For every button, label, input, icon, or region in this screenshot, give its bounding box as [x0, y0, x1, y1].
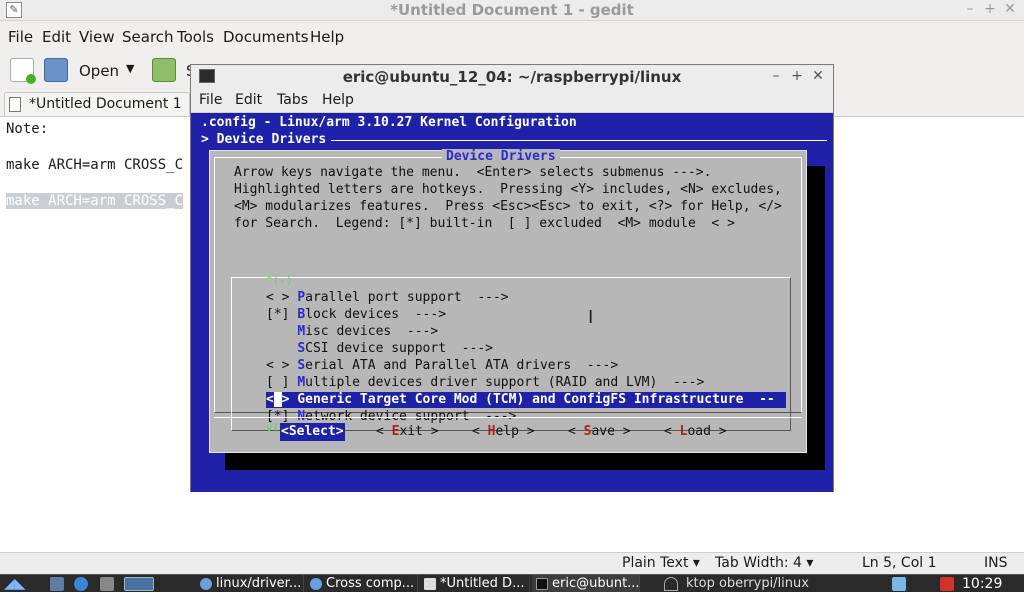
term-menu-file[interactable]: File	[199, 92, 222, 108]
menuconfig-header: .config - Linux/arm 3.10.27 Kernel Confi…	[201, 115, 577, 130]
breadcrumb-rule	[331, 140, 827, 141]
menu-item[interactable]: < > Parallel port support --->	[266, 290, 509, 306]
maximize-icon[interactable]: +	[982, 1, 998, 17]
terminal-window: eric@ubuntu_12_04: ~/raspberrypi/linux –…	[190, 64, 834, 492]
browser-icon[interactable]	[74, 577, 88, 591]
new-document-icon[interactable]	[10, 58, 36, 84]
browser-icon	[200, 578, 212, 590]
show-desktop-icon[interactable]	[100, 577, 114, 591]
help-button[interactable]: < Help >	[472, 423, 535, 441]
menu-item[interactable]: < > Serial ATA and Parallel ATA drivers …	[266, 358, 618, 374]
load-button[interactable]: < Load >	[664, 423, 727, 441]
term-menu-help[interactable]: Help	[322, 92, 354, 108]
help-text-line: Highlighted letters are hotkeys. Pressin…	[234, 182, 782, 197]
text-editor-icon	[424, 578, 436, 590]
menu-item[interactable]: Misc devices --->	[266, 324, 438, 340]
minimize-icon[interactable]: –	[769, 68, 783, 84]
dialog-title: Device Drivers	[442, 149, 560, 164]
clock: 10:29	[962, 576, 1003, 592]
close-icon[interactable]: ✕	[1002, 1, 1018, 17]
tab-untitled-document[interactable]: *Untitled Document 1	[4, 92, 190, 116]
menu-item[interactable]: [*] Block devices --->	[266, 307, 446, 323]
insert-mode: INS	[984, 555, 1008, 571]
save-button[interactable]: < Save >	[568, 423, 631, 441]
taskbar-task[interactable]: *Untitled D...	[420, 575, 530, 592]
open-button-label[interactable]: Open	[79, 62, 119, 80]
gedit-menubar: File Edit View Search Tools Documents He…	[0, 24, 1024, 50]
terminal-title: eric@ubuntu_12_04: ~/raspberrypi/linux	[342, 68, 682, 86]
menu-help[interactable]: Help	[310, 28, 344, 46]
wifi-icon[interactable]	[664, 577, 678, 591]
dialog-separator	[214, 417, 802, 418]
scroll-up-indicator: ^(-)	[266, 274, 293, 287]
menu-tools[interactable]: Tools	[177, 28, 214, 46]
help-text-line: Arrow keys navigate the menu. <Enter> se…	[234, 165, 712, 180]
gedit-titlebar: ✎ *Untitled Document 1 - gedit – + ✕	[0, 0, 1024, 21]
taskbar: ◢◣ linux/driver... Cross comp... *Untitl…	[0, 574, 1024, 592]
task-label: linux/driver...	[216, 576, 302, 591]
document-icon	[9, 97, 21, 112]
task-label: *Untitled D...	[440, 576, 525, 591]
tab-width-selector[interactable]: Tab Width: 4 ▾	[715, 555, 813, 571]
terminal-titlebar: eric@ubuntu_12_04: ~/raspberrypi/linux –…	[191, 65, 833, 89]
device-drivers-dialog: Device Drivers Arrow keys navigate the m…	[209, 149, 807, 453]
browser-icon	[310, 578, 322, 590]
volume-icon[interactable]	[892, 577, 906, 591]
menu-edit[interactable]: Edit	[42, 28, 71, 46]
exit-button[interactable]: < Exit >	[376, 423, 439, 441]
menu-view[interactable]: View	[79, 28, 115, 46]
minimize-icon[interactable]: –	[962, 1, 978, 17]
help-text-line: <M> modularizes features. Press <Esc><Es…	[234, 199, 782, 214]
menu-item[interactable]: SCSI device support --->	[266, 341, 493, 357]
terminal-icon	[536, 578, 548, 590]
taskbar-task[interactable]: Cross comp...	[306, 575, 418, 592]
open-dropdown-arrow-icon[interactable]: ▼	[126, 62, 134, 75]
save-icon[interactable]	[152, 58, 176, 82]
file-manager-icon[interactable]	[50, 577, 64, 591]
start-menu-icon[interactable]: ◢◣	[4, 576, 42, 592]
breadcrumb: > Device Drivers	[201, 132, 327, 147]
task-label: Cross comp...	[326, 576, 415, 591]
taskbar-task-active[interactable]: eric@ubunt...	[532, 575, 640, 592]
select-button[interactable]: <Select>	[280, 423, 345, 441]
editor-line-selected: make ARCH=arm CROSS_C	[6, 193, 184, 209]
cursor-position: Ln 5, Col 1	[862, 555, 937, 571]
terminal-screen[interactable]: .config - Linux/arm 3.10.27 Kernel Confi…	[191, 114, 833, 492]
menu-item-selected[interactable]: < > Generic Target Core Mod (TCM) and Co…	[266, 392, 786, 408]
editor-line: Note:	[6, 121, 49, 137]
menu-search[interactable]: Search	[122, 28, 174, 46]
term-menu-edit[interactable]: Edit	[235, 92, 262, 108]
close-icon[interactable]: ✕	[811, 68, 825, 84]
terminal-menubar: File Edit Tabs Help	[191, 89, 833, 113]
mouse-ibeam-cursor-icon: I	[588, 307, 594, 328]
shutdown-icon[interactable]	[940, 577, 954, 591]
workspace-switcher-icon[interactable]	[124, 577, 154, 591]
open-folder-icon[interactable]	[44, 58, 68, 82]
desktop-name: ktop oberrypi/linux	[686, 576, 809, 591]
menu-file[interactable]: File	[8, 28, 33, 46]
tab-label: *Untitled Document 1	[29, 96, 182, 112]
term-menu-tabs[interactable]: Tabs	[277, 92, 308, 108]
gedit-window-title: *Untitled Document 1 - gedit	[390, 1, 634, 19]
language-selector[interactable]: Plain Text ▾	[622, 555, 700, 571]
gedit-statusbar: Plain Text ▾ Tab Width: 4 ▾ Ln 5, Col 1 …	[0, 552, 1024, 574]
maximize-icon[interactable]: +	[790, 68, 804, 84]
menu-documents[interactable]: Documents	[223, 28, 309, 46]
menu-item[interactable]: [ ] Multiple devices driver support (RAI…	[266, 375, 704, 391]
task-label: eric@ubunt...	[552, 576, 640, 591]
taskbar-task[interactable]: linux/driver...	[196, 575, 304, 592]
editor-line: make ARCH=arm CROSS_C	[6, 157, 184, 173]
help-text-line: for Search. Legend: [*] built-in [ ] exc…	[234, 216, 735, 231]
menu-list: ^(-) v(+) < > Parallel port support --->…	[231, 274, 791, 434]
